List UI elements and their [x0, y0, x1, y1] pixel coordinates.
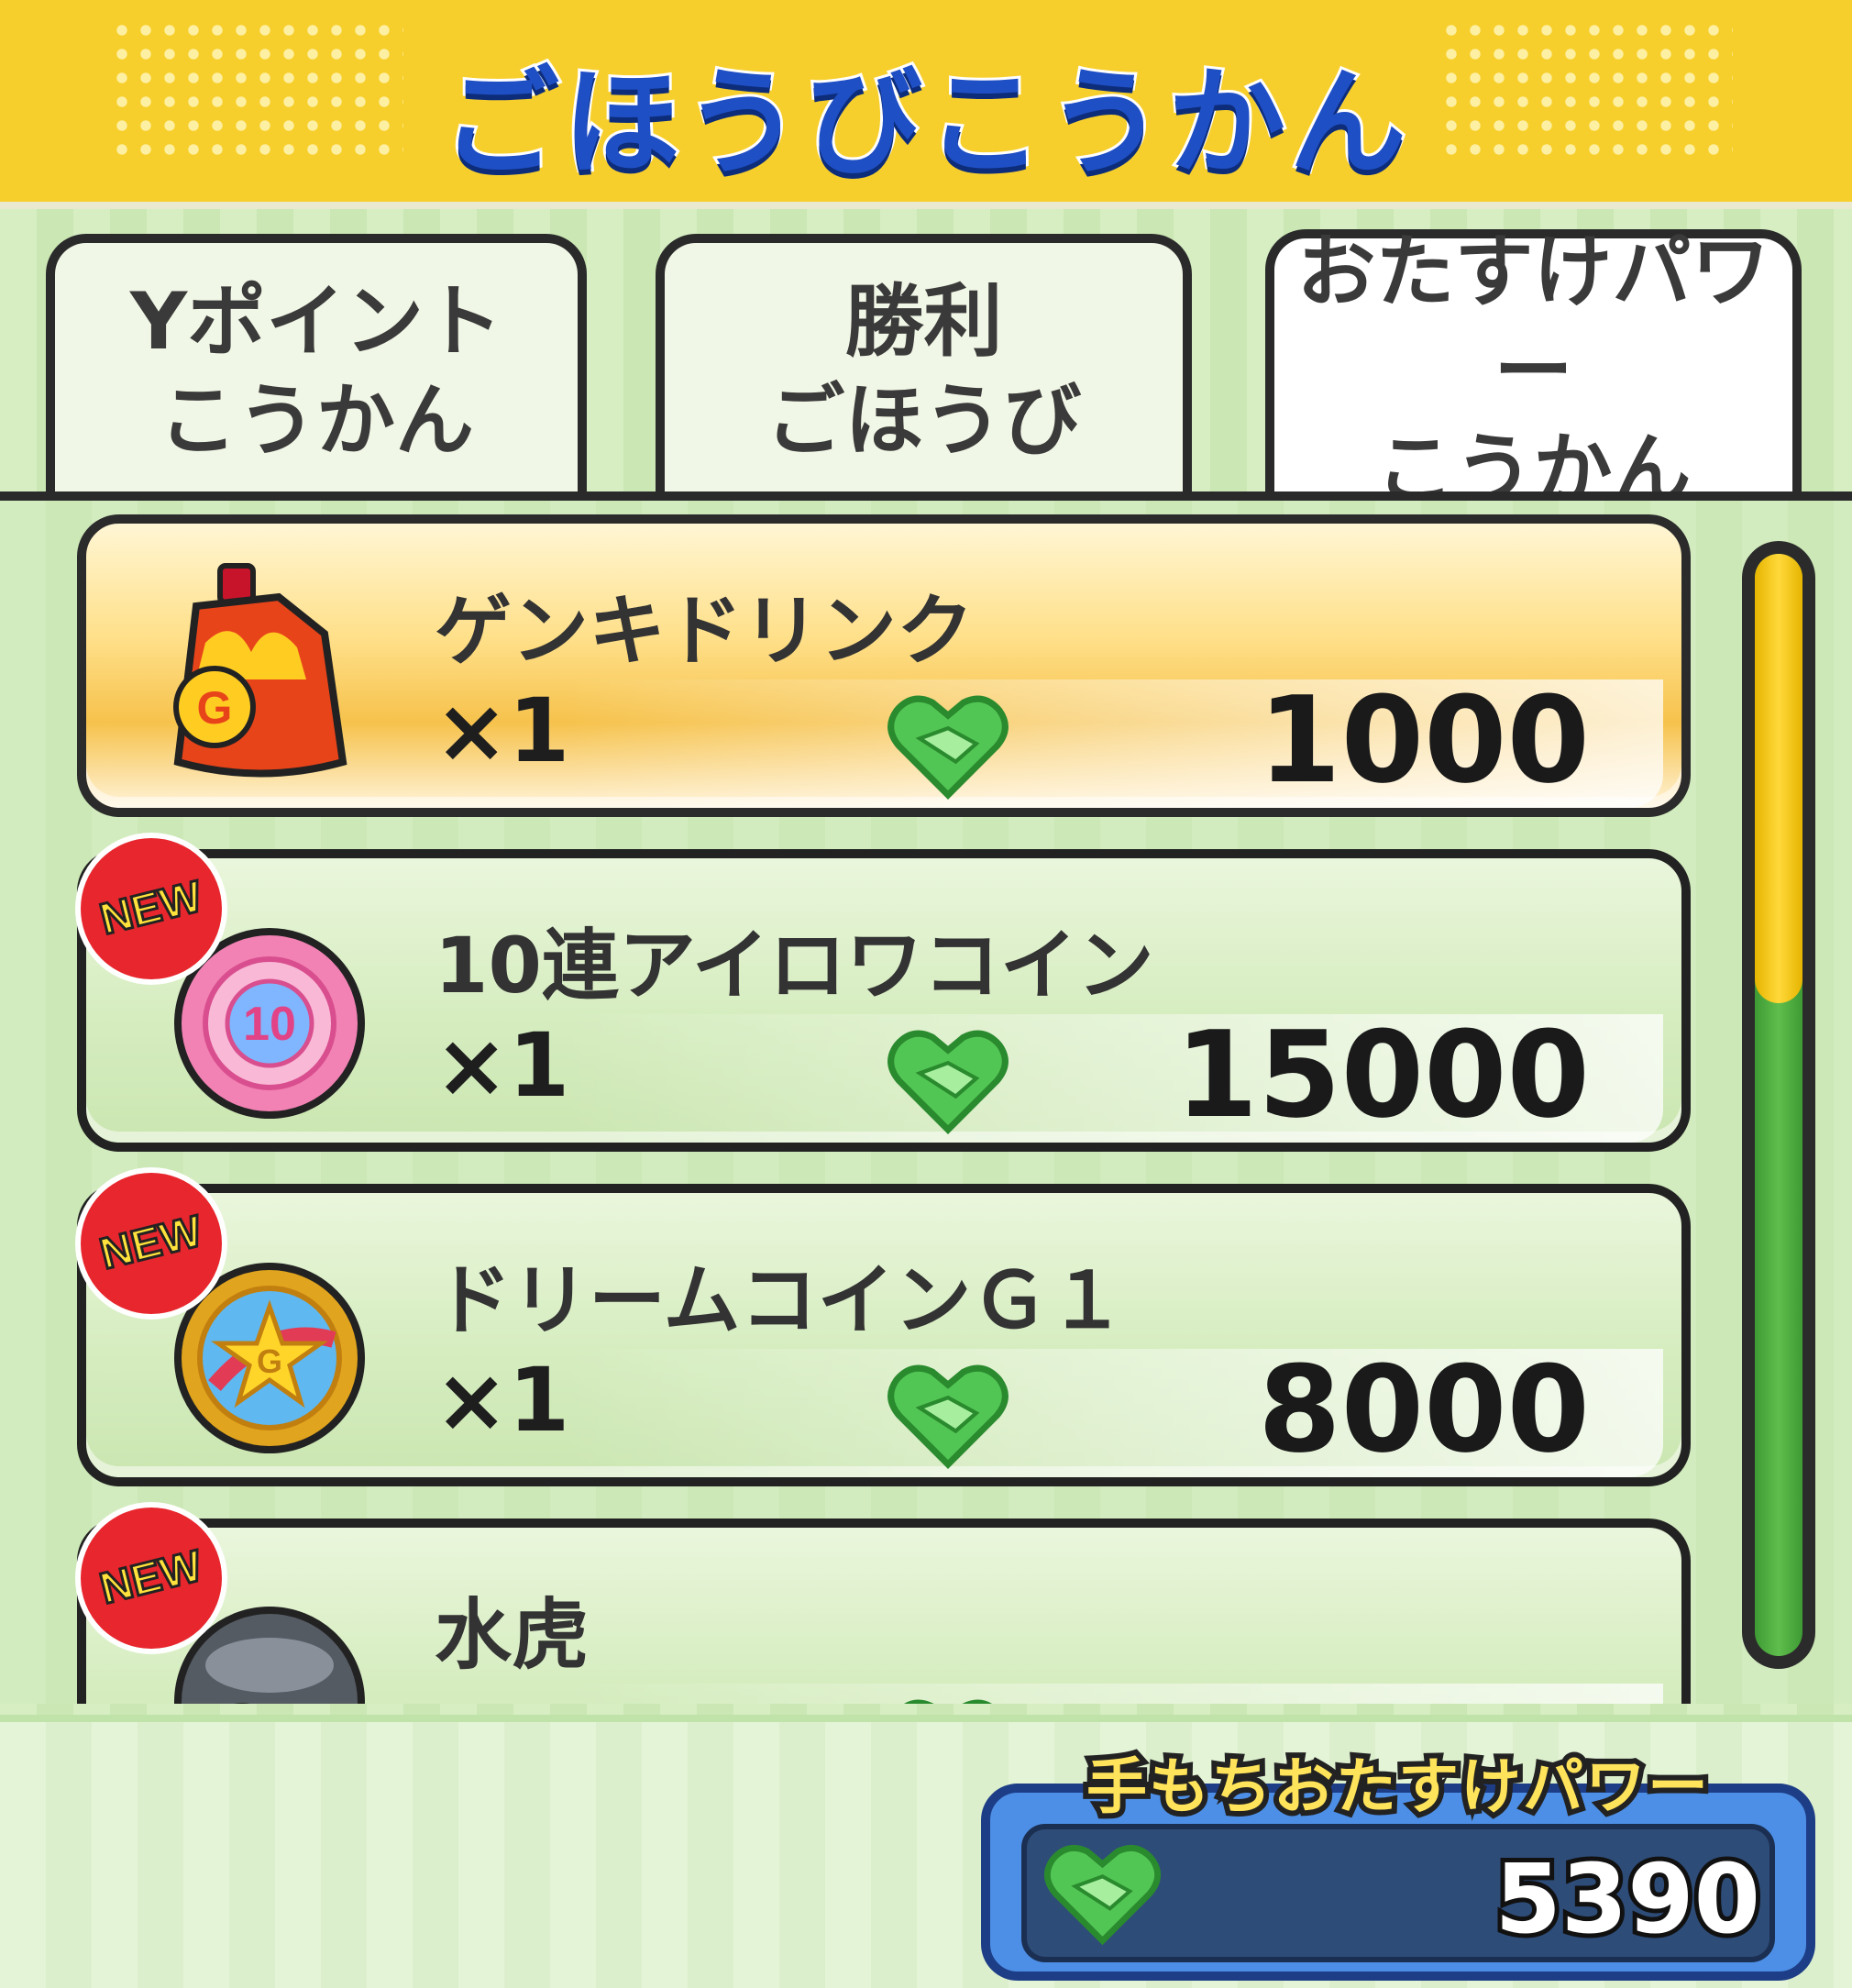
tab-victory-reward[interactable]: 勝利 ごほうび — [656, 234, 1192, 500]
item-price: 1000 — [1258, 670, 1590, 810]
item-price: 15000 — [1174, 1005, 1590, 1144]
reward-list[interactable]: G ゲンキドリンク ×1 1000 10 NEW 10連アイロワコイン ×1 1… — [0, 501, 1852, 1704]
tab-y-point[interactable]: Yポイント こうかん — [46, 234, 587, 500]
coin-label: 10 — [243, 998, 296, 1051]
svg-text:G: G — [197, 682, 233, 734]
scrollbar-thumb[interactable] — [1755, 554, 1802, 1003]
list-item[interactable]: G NEW ドリームコインＧ１ ×1 8000 — [75, 1167, 1691, 1486]
tab-divider — [0, 491, 1852, 501]
tab-otasuke-power[interactable]: おたすけパワー こうかん — [1265, 226, 1802, 516]
handshake-heart-icon — [904, 1699, 992, 1704]
tab-label-line1: 勝利 — [844, 276, 1003, 368]
price-highlight — [563, 1684, 1663, 1704]
item-name: ゲンキドリンク — [435, 586, 975, 676]
item-name: ドリームコインＧ１ — [435, 1255, 1126, 1345]
coin-label: G — [257, 1342, 282, 1380]
page-title: ごほうびこうかん — [439, 52, 1410, 194]
item-quantity: ×1 — [435, 1014, 570, 1117]
handshake-heart-icon — [887, 695, 1009, 800]
handshake-heart-icon — [1044, 1845, 1161, 1946]
list-item[interactable]: 10 NEW 10連アイロワコイン ×1 15000 — [75, 833, 1691, 1152]
scrollbar[interactable] — [1742, 541, 1815, 1669]
item-quantity: ×1 — [435, 679, 570, 782]
tab-label-line1: Yポイント — [129, 276, 503, 368]
tab-label-line2: こうかん — [159, 375, 474, 467]
genki-drink-icon: G — [173, 563, 347, 778]
power-balance-value: 5390 — [1491, 1839, 1765, 1960]
handshake-heart-icon — [887, 1364, 1009, 1469]
new-badge: NEW — [75, 1167, 227, 1320]
header-bar: ごほうびこうかん — [0, 0, 1852, 209]
item-quantity: ×1 — [435, 1349, 570, 1452]
item-name: 10連アイロワコイン — [435, 921, 1154, 1011]
handshake-heart-icon — [887, 1030, 1009, 1134]
new-badge: NEW — [75, 833, 227, 985]
tab-label-line2: ごほうび — [766, 375, 1082, 467]
list-item[interactable]: G ゲンキドリンク ×1 1000 — [77, 514, 1691, 817]
list-item[interactable]: NEW 水虎 — [75, 1502, 1691, 1704]
new-badge: NEW — [75, 1502, 227, 1654]
power-balance-label: 手もちおたすけパワー — [1081, 1746, 1714, 1828]
item-price: 8000 — [1258, 1340, 1590, 1479]
tab-label-line1: おたすけパワー — [1296, 226, 1770, 417]
item-name: 水虎 — [435, 1590, 590, 1680]
